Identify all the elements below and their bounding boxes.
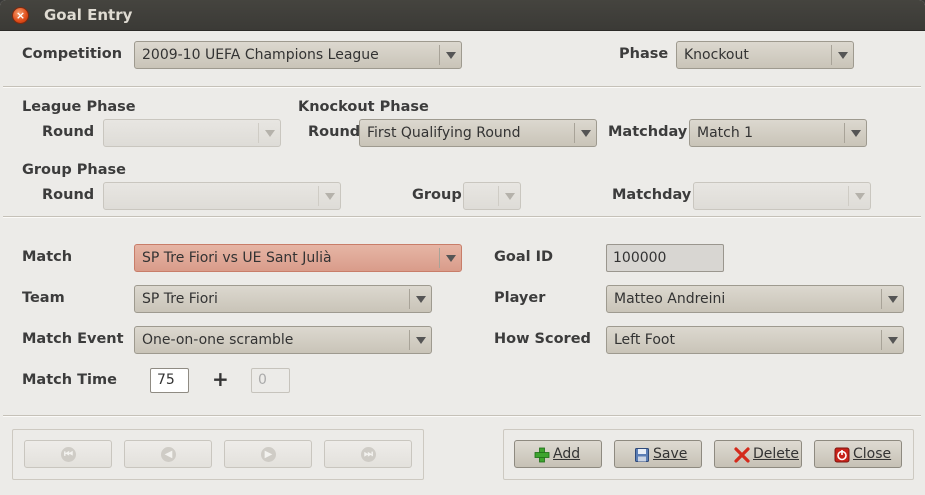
plus-sign: + — [212, 367, 229, 391]
chevron-down-icon — [439, 248, 461, 268]
match-time-label: Match Time — [22, 372, 117, 388]
next-record-button[interactable]: ▶ — [224, 440, 312, 468]
match-label: Match — [22, 249, 73, 265]
team-value: SP Tre Fiori — [142, 291, 218, 307]
chevron-down-icon — [844, 123, 866, 143]
next-record-icon: ▶ — [261, 447, 276, 462]
last-record-icon: ⏭ — [361, 447, 376, 462]
group-phase-heading: Group Phase — [22, 162, 126, 178]
window-title: Goal Entry — [44, 6, 133, 24]
competition-value: 2009-10 UEFA Champions League — [142, 47, 379, 63]
delete-button[interactable]: Delete — [714, 440, 802, 468]
league-round-label: Round — [42, 124, 95, 140]
chevron-down-icon — [574, 123, 596, 143]
delete-label: Delete — [753, 446, 799, 462]
separator — [3, 86, 921, 88]
chevron-down-icon — [848, 186, 870, 206]
group-round-dropdown[interactable] — [103, 182, 341, 210]
save-label: Save — [653, 446, 688, 462]
goal-entry-window: × Goal Entry Competition 2009-10 UEFA Ch… — [0, 0, 925, 495]
phase-value: Knockout — [684, 47, 749, 63]
group-label: Group — [412, 187, 462, 203]
group-matchday-label: Matchday — [612, 187, 692, 203]
phase-dropdown[interactable]: Knockout — [676, 41, 854, 69]
chevron-down-icon — [881, 289, 903, 309]
first-record-icon: ⏮ — [61, 447, 76, 462]
knockout-round-value: First Qualifying Round — [367, 125, 521, 141]
chevron-down-icon — [498, 186, 520, 206]
knockout-round-label: Round — [308, 124, 361, 140]
match-event-dropdown[interactable]: One-on-one scramble — [134, 326, 432, 354]
chevron-down-icon — [318, 186, 340, 206]
goal-id-label: Goal ID — [494, 249, 554, 265]
previous-record-icon: ◀ — [161, 447, 176, 462]
team-dropdown[interactable]: SP Tre Fiori — [134, 285, 432, 313]
chevron-down-icon — [831, 45, 853, 65]
phase-label: Phase — [619, 46, 669, 62]
goal-id-field: 100000 — [606, 244, 724, 272]
chevron-down-icon — [439, 45, 461, 65]
delete-x-icon — [734, 447, 750, 463]
competition-dropdown[interactable]: 2009-10 UEFA Champions League — [134, 41, 462, 69]
how-scored-dropdown[interactable]: Left Foot — [606, 326, 904, 354]
title-bar: × Goal Entry — [0, 0, 925, 31]
add-label: Add — [553, 446, 581, 462]
match-value: SP Tre Fiori vs UE Sant Julià — [142, 250, 332, 266]
player-dropdown[interactable]: Matteo Andreini — [606, 285, 904, 313]
player-label: Player — [494, 290, 546, 306]
group-round-label: Round — [42, 187, 95, 203]
save-button[interactable]: Save — [614, 440, 702, 468]
first-record-button[interactable]: ⏮ — [24, 440, 112, 468]
previous-record-button[interactable]: ◀ — [124, 440, 212, 468]
chevron-down-icon — [409, 330, 431, 350]
group-dropdown[interactable] — [463, 182, 521, 210]
player-value: Matteo Andreini — [614, 291, 726, 307]
knockout-matchday-label: Matchday — [608, 124, 688, 140]
knockout-matchday-value: Match 1 — [697, 125, 754, 141]
team-label: Team — [22, 290, 65, 306]
add-button[interactable]: Add — [514, 440, 602, 468]
separator — [3, 415, 921, 417]
close-label: Close — [853, 446, 892, 462]
separator — [3, 216, 921, 218]
last-record-button[interactable]: ⏭ — [324, 440, 412, 468]
chevron-down-icon — [881, 330, 903, 350]
window-close-icon[interactable]: × — [12, 7, 29, 24]
league-round-dropdown[interactable] — [103, 119, 281, 147]
power-icon — [834, 447, 850, 463]
how-scored-value: Left Foot — [614, 332, 675, 348]
floppy-disk-icon — [635, 448, 649, 462]
match-time-input[interactable]: 75 — [150, 368, 189, 393]
close-button[interactable]: Close — [814, 440, 902, 468]
knockout-matchday-dropdown[interactable]: Match 1 — [689, 119, 867, 147]
competition-label: Competition — [22, 46, 123, 62]
added-time-input[interactable]: 0 — [251, 368, 290, 393]
add-icon — [534, 447, 550, 463]
chevron-down-icon — [258, 123, 280, 143]
knockout-round-dropdown[interactable]: First Qualifying Round — [359, 119, 597, 147]
chevron-down-icon — [409, 289, 431, 309]
match-dropdown[interactable]: SP Tre Fiori vs UE Sant Julià — [134, 244, 462, 272]
match-event-label: Match Event — [22, 331, 124, 347]
group-matchday-dropdown[interactable] — [693, 182, 871, 210]
how-scored-label: How Scored — [494, 331, 591, 347]
knockout-phase-heading: Knockout Phase — [298, 99, 429, 115]
league-phase-heading: League Phase — [22, 99, 136, 115]
match-event-value: One-on-one scramble — [142, 332, 294, 348]
